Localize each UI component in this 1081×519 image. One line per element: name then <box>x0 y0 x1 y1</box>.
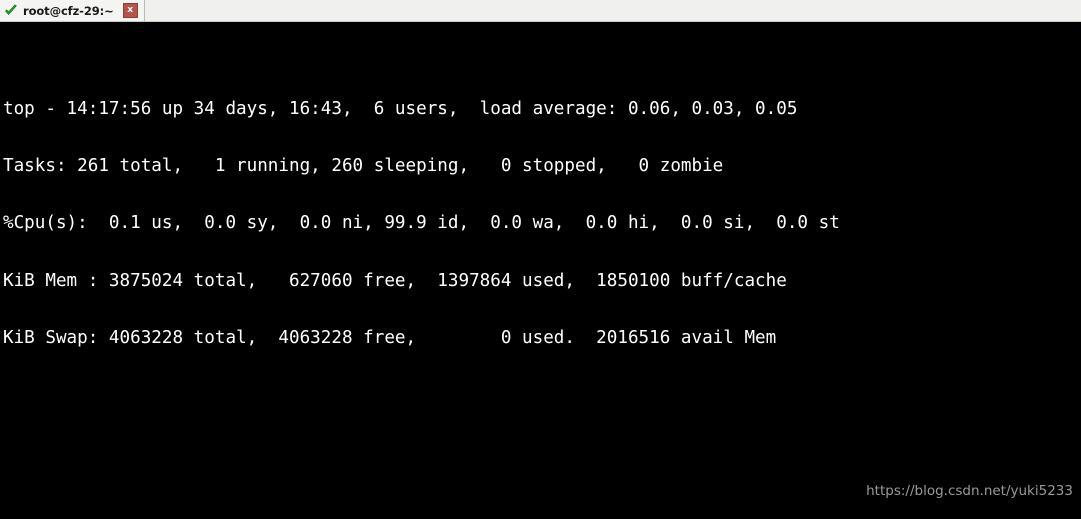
terminal-screen[interactable]: top - 14:17:56 up 34 days, 16:43, 6 user… <box>0 22 1081 519</box>
close-icon[interactable]: x <box>122 3 138 18</box>
title-bar: root@cfz-29:~ x <box>0 0 1081 22</box>
tab-title: root@cfz-29:~ <box>23 3 114 18</box>
summary-line-swap: KiB Swap: 4063228 total, 4063228 free, 0… <box>3 327 777 348</box>
summary-line-cpu: %Cpu(s): 0.1 us, 0.0 sy, 0.0 ni, 99.9 id… <box>3 213 840 234</box>
check-icon <box>4 4 18 18</box>
summary-line-mem: KiB Mem : 3875024 total, 627060 free, 13… <box>3 270 787 291</box>
top-summary: top - 14:17:56 up 34 days, 16:43, 6 user… <box>3 62 1081 386</box>
summary-line-tasks: Tasks: 261 total, 1 running, 260 sleepin… <box>3 156 724 177</box>
terminal-window: root@cfz-29:~ x top - 14:17:56 up 34 day… <box>0 0 1081 519</box>
summary-line-uptime: top - 14:17:56 up 34 days, 16:43, 6 user… <box>3 99 798 120</box>
terminal-tab[interactable]: root@cfz-29:~ x <box>0 0 145 21</box>
blank-separator <box>3 443 1081 462</box>
